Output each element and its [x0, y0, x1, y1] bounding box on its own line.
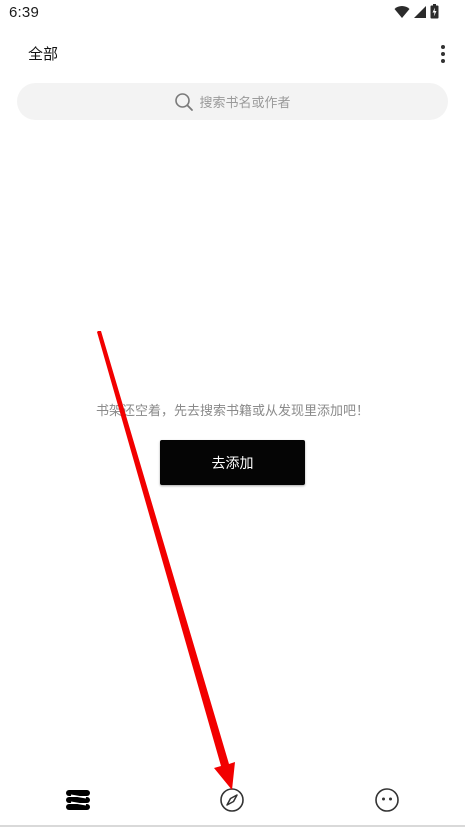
- nav-bookshelf[interactable]: [64, 788, 92, 816]
- face-icon: [374, 787, 400, 817]
- status-icons: [394, 3, 439, 23]
- battery-icon: [430, 3, 439, 23]
- more-options-button[interactable]: [433, 40, 453, 68]
- app-screen: 6:39 全部 搜索书名或作者 书架还空着，先去搜索书籍或从发现里添加吧！ 去添…: [0, 0, 465, 827]
- search-placeholder: 搜索书名或作者: [199, 96, 291, 111]
- bookshelf-icon: [65, 788, 91, 816]
- search-icon: [174, 92, 194, 112]
- search-input[interactable]: 搜索书名或作者: [17, 83, 448, 120]
- status-time: 6:39: [9, 4, 39, 21]
- more-vertical-icon: [441, 45, 445, 49]
- wifi-icon: [394, 4, 410, 23]
- bottom-nav: [0, 776, 465, 827]
- nav-mine[interactable]: [373, 788, 401, 816]
- nav-discover[interactable]: [218, 788, 246, 816]
- cellular-signal-icon: [413, 4, 427, 23]
- go-add-button[interactable]: 去添加: [160, 440, 305, 485]
- header: 全部: [0, 34, 465, 74]
- compass-icon: [219, 787, 245, 817]
- page-title[interactable]: 全部: [28, 43, 58, 64]
- status-bar: 6:39: [0, 0, 465, 26]
- empty-state-message: 书架还空着，先去搜索书籍或从发现里添加吧！: [95, 404, 369, 419]
